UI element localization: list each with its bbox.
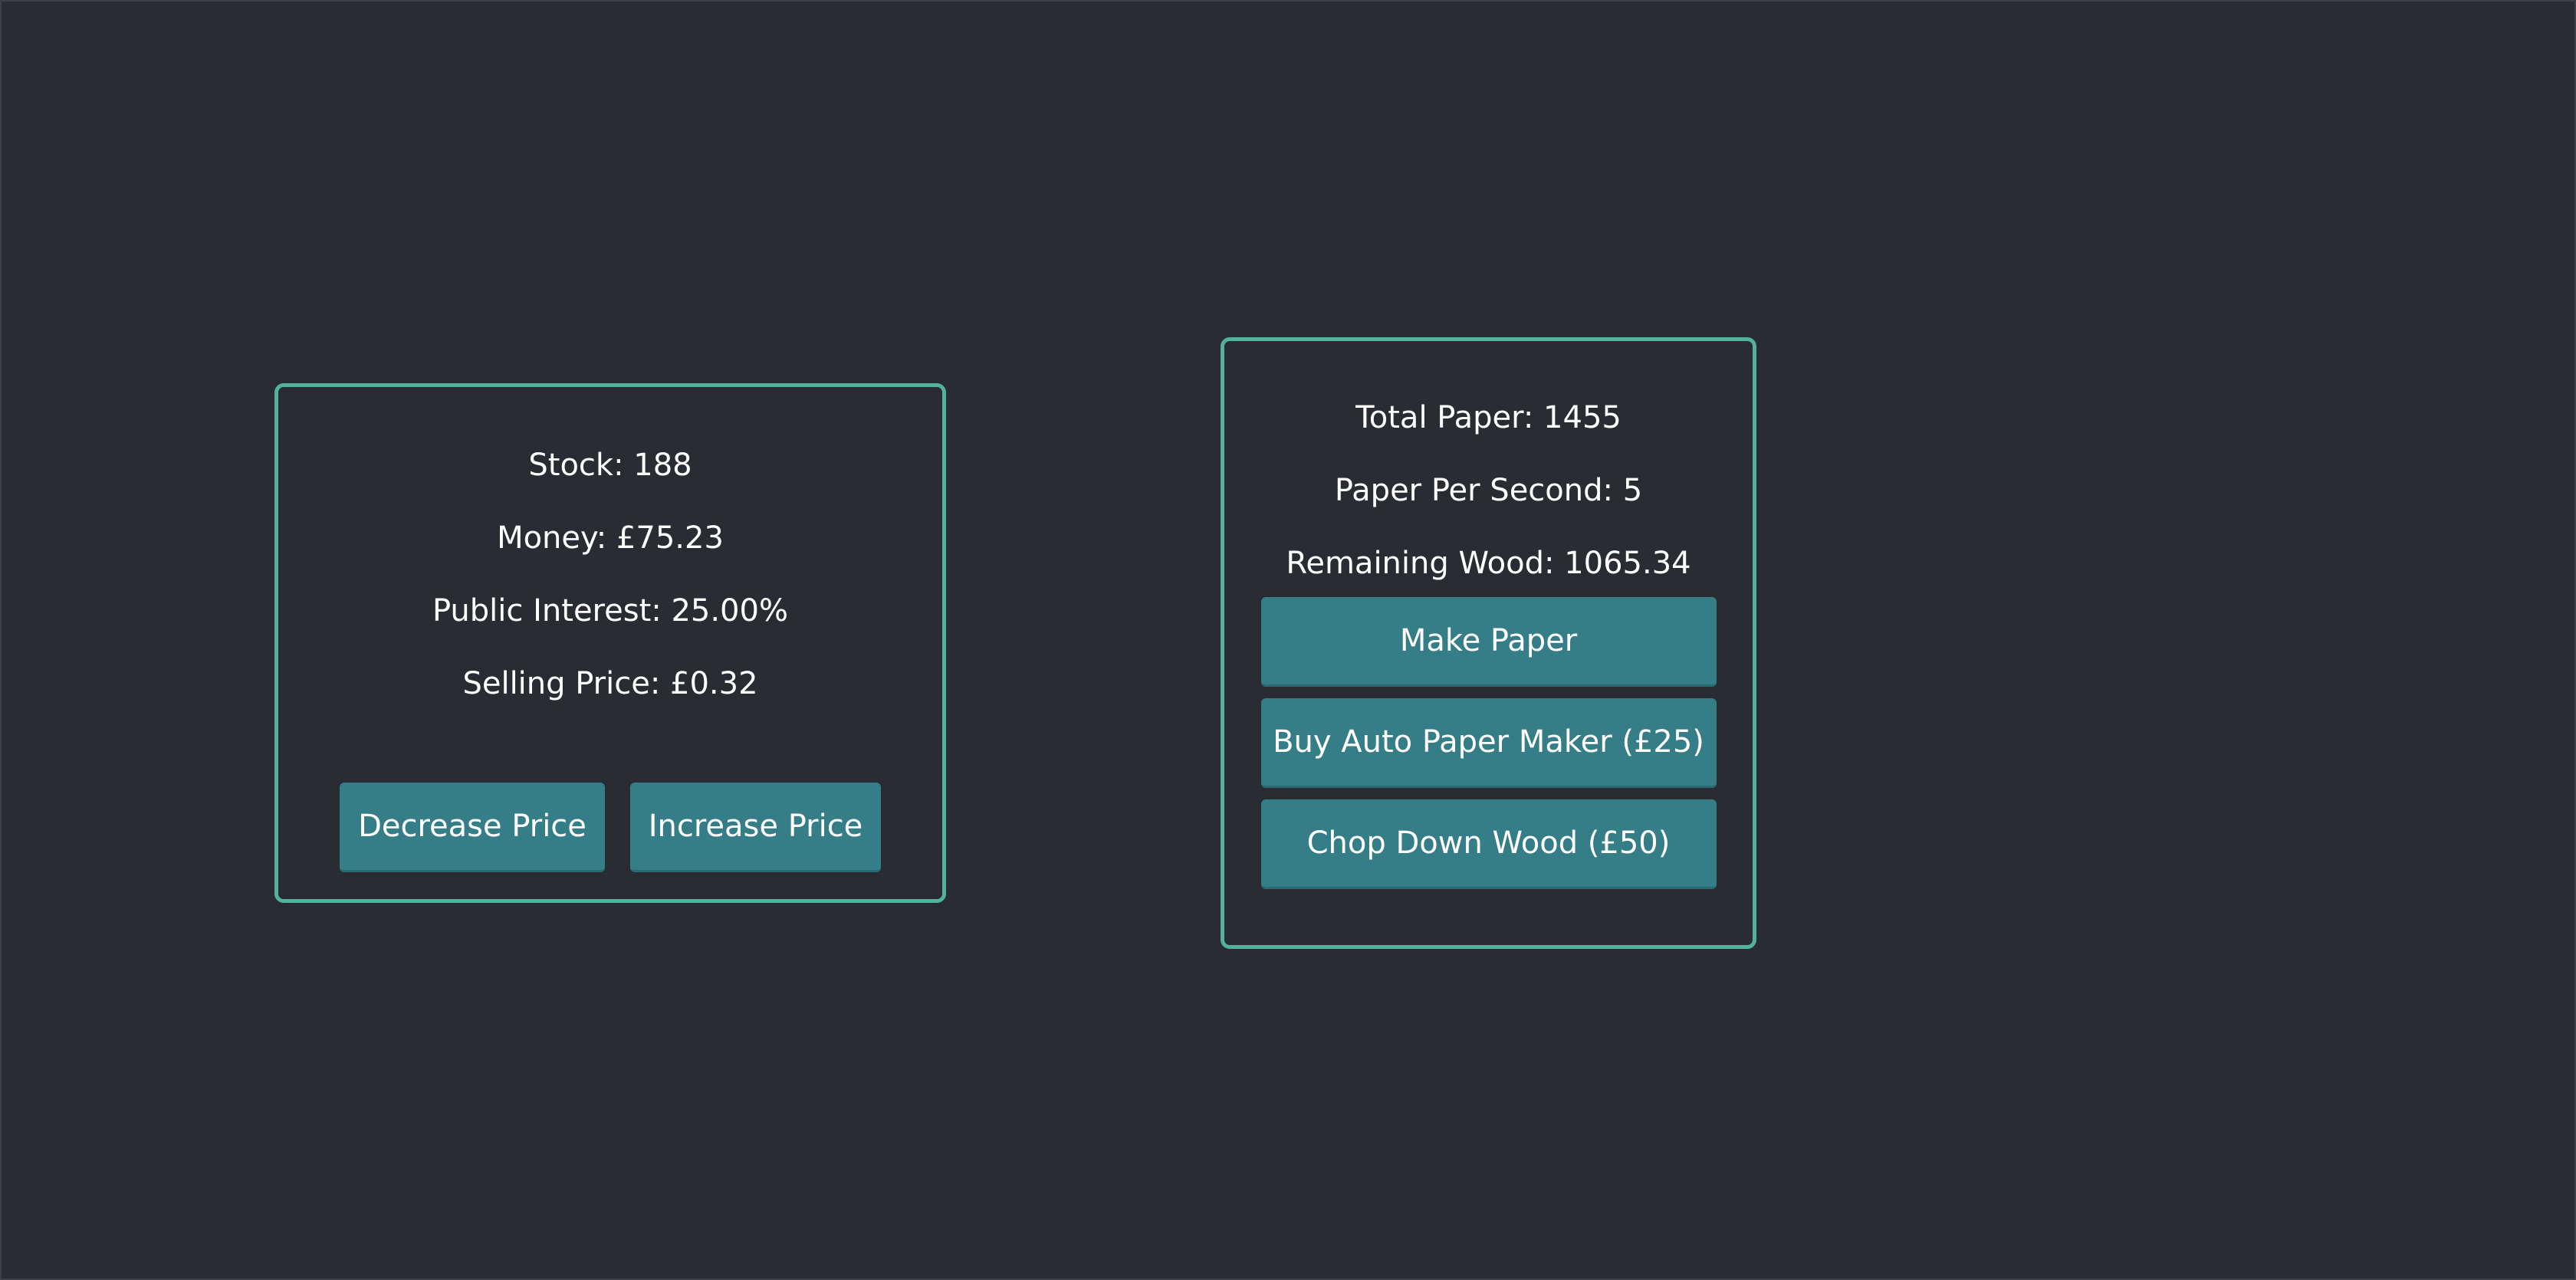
total-paper-stat: Total Paper: 1455 [1355, 400, 1622, 435]
increase-price-button[interactable]: Increase Price [630, 783, 881, 872]
selling-price-stat: Selling Price: £0.32 [462, 666, 758, 701]
chop-down-wood-button[interactable]: Chop Down Wood (£50) [1260, 799, 1717, 889]
sales-panel: Stock: 188 Money: £75.23 Public Interest… [274, 383, 946, 903]
paper-per-second-stat: Paper Per Second: 5 [1334, 473, 1643, 508]
money-stat: Money: £75.23 [497, 520, 724, 556]
buy-auto-paper-maker-button[interactable]: Buy Auto Paper Maker (£25) [1260, 698, 1717, 788]
production-panel: Total Paper: 1455 Paper Per Second: 5 Re… [1221, 337, 1756, 949]
make-paper-button[interactable]: Make Paper [1260, 597, 1717, 687]
decrease-price-button[interactable]: Decrease Price [340, 783, 605, 872]
public-interest-stat: Public Interest: 25.00% [432, 593, 788, 629]
price-controls: Decrease Price Increase Price [340, 783, 881, 872]
stock-stat: Stock: 188 [528, 448, 692, 483]
remaining-wood-stat: Remaining Wood: 1065.34 [1286, 546, 1691, 581]
